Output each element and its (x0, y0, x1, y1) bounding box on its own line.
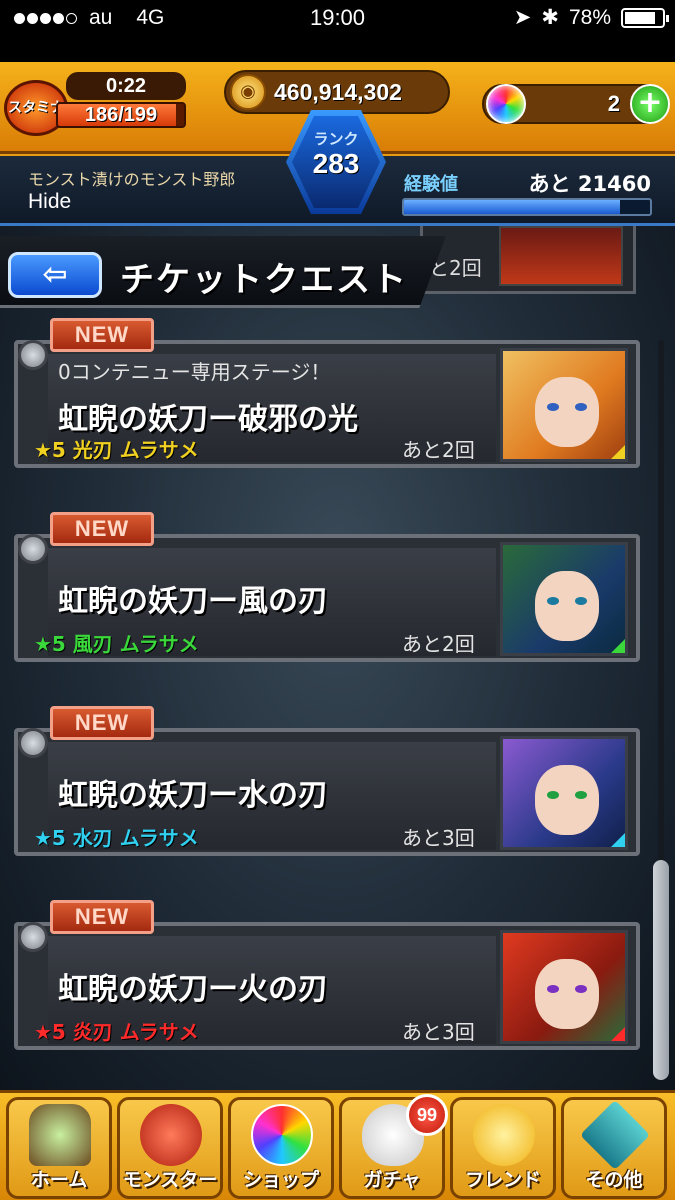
rainbow-orb-icon (486, 84, 526, 124)
tab-label: モンスター (122, 1169, 218, 1191)
quest-title: 虹睨の妖刀ー風の刃 (58, 584, 328, 619)
gacha-count-badge: 99 (406, 1094, 448, 1136)
quest-reward: ★5 水刃 ムラサメ (34, 826, 199, 850)
list-scrollbar[interactable] (653, 340, 669, 1080)
quest-remaining: あと2回 (402, 438, 475, 462)
bottom-tab-bar: ホーム モンスター ショップ ガチャ フレンド その他 (0, 1090, 675, 1200)
rank-label: ランク (313, 130, 359, 148)
bluetooth-icon: ✱ (541, 6, 559, 29)
partial-quest-thumbnail (499, 226, 623, 286)
tab-monster[interactable]: モンスター (117, 1097, 223, 1199)
tab-shop[interactable]: ショップ (228, 1097, 334, 1199)
exp-bar (402, 198, 652, 216)
quest-remaining: あと3回 (402, 826, 475, 850)
other-diamond-icon (579, 1099, 651, 1171)
quest-remaining: あと2回 (402, 632, 475, 656)
muramasa-fire-portrait (500, 930, 628, 1044)
orb-counter[interactable]: 2 + (482, 84, 670, 124)
card-pin-icon (18, 534, 48, 564)
status-right: ➤ ✱ 78% (513, 5, 669, 30)
new-badge: NEW (50, 512, 154, 546)
card-pin-icon (18, 728, 48, 758)
tab-label: ショップ (242, 1169, 319, 1191)
rank-value: 283 (312, 148, 360, 179)
player-nickname: Hide (28, 190, 72, 213)
ios-status-bar: au 4G 19:00 ➤ ✱ 78% (0, 0, 675, 34)
new-badge: NEW (50, 900, 154, 934)
gold-value: 460,914,302 (274, 79, 402, 105)
add-orbs-button[interactable]: + (630, 84, 670, 124)
quest-reward: ★5 炎刃 ムラサメ (34, 1020, 199, 1044)
orb-value: 2 (607, 91, 620, 116)
new-badge: NEW (50, 318, 154, 352)
quest-card-light[interactable]: NEW 0コンテニュー専用ステージ！ 虹睨の妖刀ー破邪の光 ★5 光刃 ムラサメ… (14, 318, 640, 468)
exp-bar-fill (404, 200, 621, 214)
card-pin-icon (18, 340, 48, 370)
home-gate-icon (29, 1104, 91, 1166)
partial-quest-card[interactable]: あと2回 (409, 226, 636, 294)
card-pin-icon (18, 922, 48, 952)
tab-label: ホーム (30, 1169, 88, 1191)
location-arrow-icon: ➤ (513, 6, 532, 29)
gold-coin-icon: ◉ (230, 74, 266, 110)
quest-title: 虹睨の妖刀ー火の刃 (58, 972, 328, 1007)
gold-counter: ◉ 460,914,302 (224, 70, 450, 114)
quest-reward: ★5 風刃 ムラサメ (34, 632, 199, 656)
quest-card-water[interactable]: NEW 虹睨の妖刀ー水の刃 ★5 水刃 ムラサメ あと3回 (14, 706, 640, 856)
tab-friend[interactable]: フレンド (450, 1097, 556, 1199)
player-title: モンスト漬けのモンスト野郎 (28, 170, 236, 189)
muramasa-wind-portrait (500, 542, 628, 656)
tab-label: その他 (585, 1169, 643, 1191)
quest-remaining: あと3回 (402, 1020, 475, 1044)
tab-label: フレンド (464, 1169, 541, 1191)
muramasa-light-portrait (500, 348, 628, 462)
stamina-bar: 186/199 (56, 102, 186, 128)
quest-subtitle: 0コンテニュー専用ステージ！ (58, 360, 331, 384)
exp-label: 経験値 (404, 174, 458, 195)
quest-reward: ★5 光刃 ムラサメ (34, 438, 199, 462)
quest-title: 虹睨の妖刀ー水の刃 (58, 778, 328, 813)
battery-percent: 78% (568, 5, 611, 29)
tab-home[interactable]: ホーム (6, 1097, 112, 1199)
back-arrow-icon: ⇦ (42, 257, 68, 292)
friends-icon (473, 1104, 535, 1166)
page-title: チケットクエスト (120, 260, 408, 300)
tab-other[interactable]: その他 (561, 1097, 667, 1199)
muramasa-water-portrait (500, 736, 628, 850)
back-button[interactable]: ⇦ (8, 252, 102, 298)
scrollbar-thumb[interactable] (653, 860, 669, 1080)
monster-dragon-icon (140, 1104, 202, 1166)
stamina-value: 186/199 (84, 104, 158, 126)
exp-remaining: あと 21460 (528, 172, 651, 196)
quest-card-fire[interactable]: NEW 虹睨の妖刀ー火の刃 ★5 炎刃 ムラサメ あと3回 (14, 900, 640, 1050)
new-badge: NEW (50, 706, 154, 740)
quest-title: 虹睨の妖刀ー破邪の光 (58, 402, 358, 437)
player-hud: スタミナ 0:22 186/199 ◉ 460,914,302 2 + ランク … (0, 62, 675, 226)
rainbow-orb-icon (251, 1104, 313, 1166)
tab-label: ガチャ (363, 1169, 421, 1191)
quest-card-wind[interactable]: NEW 虹睨の妖刀ー風の刃 ★5 風刃 ムラサメ あと2回 (14, 512, 640, 662)
battery-icon (621, 7, 669, 28)
stamina-timer: 0:22 (66, 72, 186, 100)
